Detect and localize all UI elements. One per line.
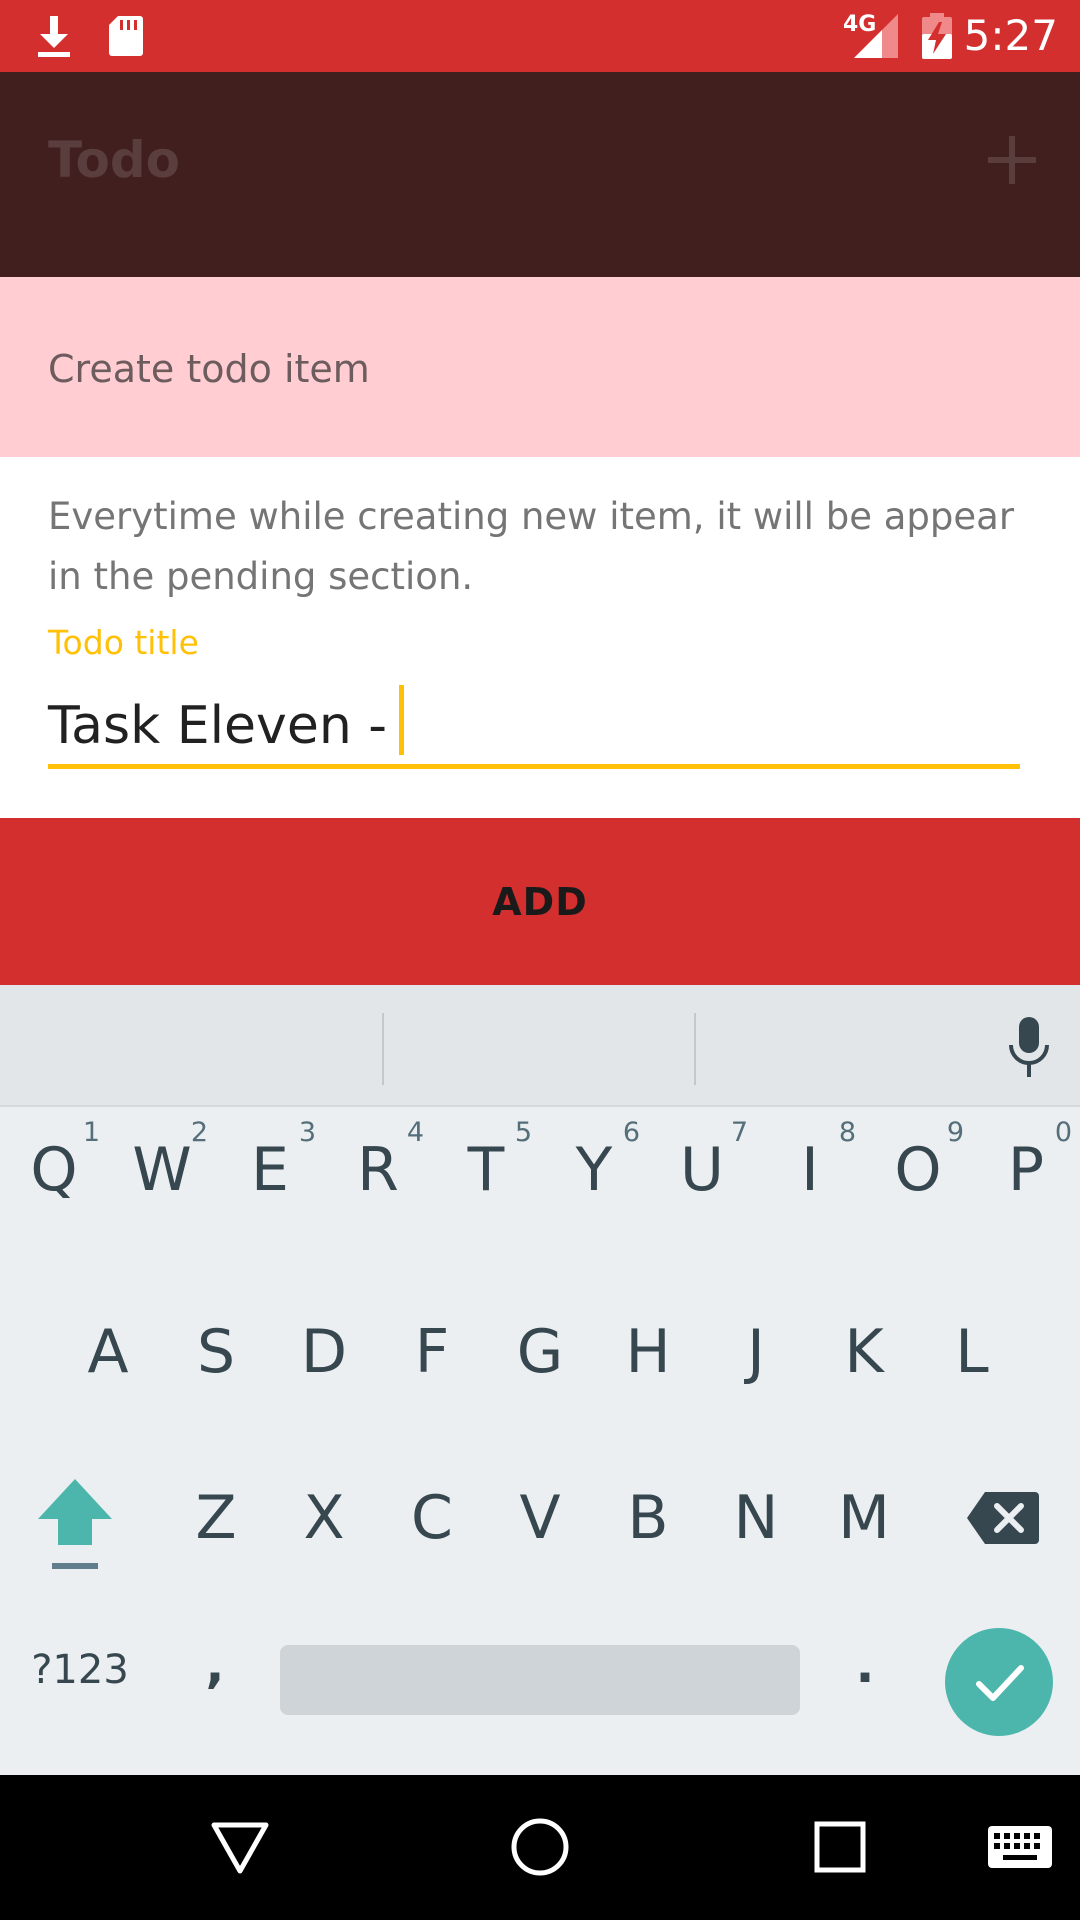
key-e[interactable]: E3 (220, 1095, 320, 1245)
key-f[interactable]: F (382, 1277, 482, 1427)
app-toolbar: Todo (0, 72, 1080, 277)
done-key[interactable] (945, 1628, 1053, 1736)
add-button[interactable]: ADD (0, 818, 1080, 985)
key-hint: 2 (190, 1117, 208, 1148)
key-r[interactable]: R4 (328, 1095, 428, 1245)
key-l[interactable]: L (922, 1277, 1022, 1427)
key-label: R (357, 1135, 399, 1205)
todo-title-input[interactable]: Task Eleven - (48, 685, 1020, 769)
recents-button[interactable] (798, 1805, 882, 1889)
key-hint: 3 (298, 1117, 316, 1148)
key-u[interactable]: U7 (652, 1095, 752, 1245)
dialog-message: Everytime while creating new item, it wi… (48, 495, 1015, 598)
key-d[interactable]: D (274, 1277, 374, 1427)
key-label: T (467, 1135, 505, 1205)
key-hint: 1 (82, 1117, 100, 1148)
mic-icon[interactable] (1006, 1015, 1052, 1079)
key-label: E (251, 1135, 289, 1205)
status-bar: 4G 5:27 (0, 0, 1080, 72)
backspace-icon[interactable] (965, 1490, 1041, 1546)
key-c[interactable]: C (382, 1443, 482, 1593)
keyboard-switch-button[interactable] (978, 1805, 1062, 1889)
period-key[interactable]: . (830, 1615, 900, 1715)
shift-icon[interactable] (30, 1475, 120, 1585)
soft-keyboard: Q1W2E3R4T5Y6U7I8O9P0 ASDFGHJKL ZXCVBNM ?… (0, 985, 1080, 1775)
sd-card-icon (109, 16, 143, 56)
back-icon (211, 1822, 269, 1874)
key-x[interactable]: X (274, 1443, 374, 1593)
key-i[interactable]: I8 (760, 1095, 860, 1245)
status-time: 5:27 (963, 11, 1058, 60)
download-icon (38, 16, 70, 57)
key-q[interactable]: Q1 (4, 1095, 104, 1245)
screen: 4G 5:27 Todo Create todo item Everytime … (0, 0, 1080, 1920)
back-button[interactable] (198, 1805, 282, 1889)
key-v[interactable]: V (490, 1443, 590, 1593)
key-t[interactable]: T5 (436, 1095, 536, 1245)
checkmark-icon (976, 1665, 1024, 1701)
key-z[interactable]: Z (166, 1443, 266, 1593)
key-hint: 7 (730, 1117, 748, 1148)
todo-title-label: Todo title (48, 623, 199, 662)
todo-title-value: Task Eleven - (48, 696, 388, 756)
key-w[interactable]: W2 (112, 1095, 212, 1245)
key-o[interactable]: O9 (868, 1095, 968, 1245)
battery-charging-icon (922, 13, 952, 59)
key-hint: 4 (406, 1117, 424, 1148)
key-label: O (894, 1135, 942, 1205)
toolbar-title: Todo (48, 131, 180, 189)
key-p[interactable]: P0 (976, 1095, 1076, 1245)
recents-icon (814, 1821, 866, 1873)
suggestion-divider (382, 1013, 384, 1085)
key-n[interactable]: N (706, 1443, 806, 1593)
text-cursor (399, 685, 405, 755)
home-icon (511, 1818, 569, 1876)
keyboard-icon (988, 1826, 1052, 1868)
key-label: U (680, 1135, 724, 1205)
suggestion-divider (694, 1013, 696, 1085)
key-h[interactable]: H (598, 1277, 698, 1427)
key-m[interactable]: M (814, 1443, 914, 1593)
navigation-bar (0, 1775, 1080, 1920)
key-label: I (801, 1135, 819, 1205)
key-label: Y (575, 1135, 613, 1205)
key-s[interactable]: S (166, 1277, 266, 1427)
home-button[interactable] (498, 1805, 582, 1889)
key-g[interactable]: G (490, 1277, 590, 1427)
key-a[interactable]: A (58, 1277, 158, 1427)
key-b[interactable]: B (598, 1443, 698, 1593)
suggestion-strip (0, 985, 1080, 1107)
dialog-body: Everytime while creating new item, it wi… (0, 457, 1080, 819)
key-label: P (1007, 1135, 1045, 1205)
key-j[interactable]: J (706, 1277, 806, 1427)
signal-icon (854, 14, 898, 58)
plus-icon[interactable] (984, 132, 1040, 188)
key-hint: 5 (514, 1117, 532, 1148)
key-hint: 6 (622, 1117, 640, 1148)
space-key[interactable] (280, 1645, 800, 1715)
key-hint: 9 (946, 1117, 964, 1148)
key-hint: 0 (1054, 1117, 1072, 1148)
comma-key[interactable]: , (180, 1615, 250, 1715)
key-k[interactable]: K (814, 1277, 914, 1427)
dialog-header: Create todo item (0, 277, 1080, 457)
dialog-title: Create todo item (48, 347, 370, 391)
symbols-key[interactable]: ?123 (20, 1625, 140, 1715)
key-label: Q (30, 1135, 78, 1205)
key-y[interactable]: Y6 (544, 1095, 644, 1245)
key-label: W (132, 1135, 192, 1205)
key-hint: 8 (838, 1117, 856, 1148)
